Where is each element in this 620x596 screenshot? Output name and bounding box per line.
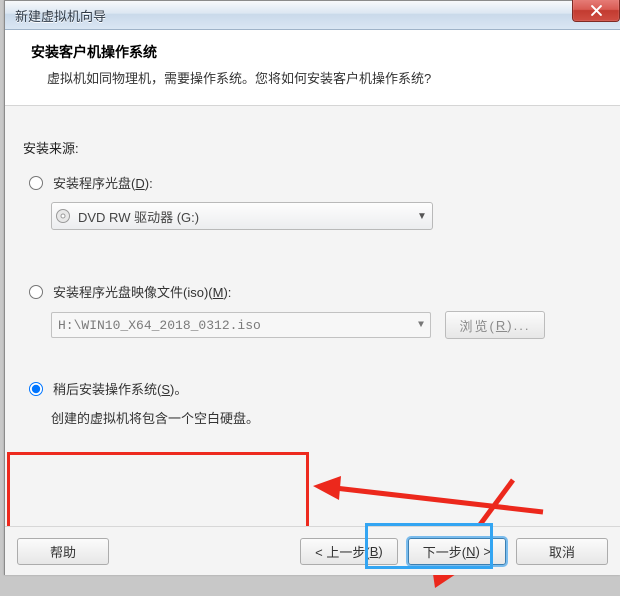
- header-title: 安装客户机操作系统: [31, 42, 602, 62]
- disc-icon: [52, 208, 74, 224]
- option-disc-label: 安装程序光盘(D):: [53, 173, 153, 192]
- wizard-footer: 帮助 < 上一步(B) 下一步(N) > 取消: [5, 526, 620, 575]
- wizard-header: 安装客户机操作系统 虚拟机如同物理机，需要操作系统。您将如何安装客户机操作系统?: [5, 30, 620, 106]
- source-label: 安装来源:: [23, 138, 604, 157]
- header-subtitle: 虚拟机如同物理机，需要操作系统。您将如何安装客户机操作系统?: [31, 68, 602, 87]
- option-later-desc: 创建的虚拟机将包含一个空白硬盘。: [51, 408, 604, 427]
- iso-row: H:\WIN10_X64_2018_0312.iso ▼ 浏览(R)...: [51, 311, 604, 339]
- help-button[interactable]: 帮助: [17, 538, 109, 565]
- option-disc-radio[interactable]: [29, 176, 43, 190]
- next-button[interactable]: 下一步(N) >: [408, 538, 506, 565]
- option-later-row: 稍后安装操作系统(S)。: [29, 379, 604, 398]
- wizard-body: 安装来源: 安装程序光盘(D): DVD RW 驱动器 (G:) ▼: [5, 106, 620, 534]
- option-iso-row: 安装程序光盘映像文件(iso)(M):: [29, 282, 604, 301]
- title-bar: 新建虚拟机向导: [5, 1, 620, 30]
- annotation-arrow-1: [305, 468, 565, 528]
- close-icon: [591, 5, 602, 16]
- window-title: 新建虚拟机向导: [5, 6, 106, 25]
- iso-path-field[interactable]: H:\WIN10_X64_2018_0312.iso ▼: [51, 312, 431, 338]
- browse-button[interactable]: 浏览(R)...: [445, 311, 545, 339]
- iso-path-value: H:\WIN10_X64_2018_0312.iso: [58, 318, 261, 333]
- option-iso-label: 安装程序光盘映像文件(iso)(M):: [53, 282, 231, 301]
- disc-drive-value: DVD RW 驱动器 (G:): [74, 207, 412, 226]
- disc-drive-combo[interactable]: DVD RW 驱动器 (G:) ▼: [51, 202, 433, 230]
- close-button[interactable]: [572, 0, 620, 22]
- chevron-down-icon: ▼: [412, 211, 432, 222]
- option-iso-radio[interactable]: [29, 285, 43, 299]
- option-disc-row: 安装程序光盘(D):: [29, 173, 604, 192]
- chevron-down-icon: ▼: [418, 320, 424, 331]
- disc-combo-wrap: DVD RW 驱动器 (G:) ▼: [51, 202, 604, 230]
- cancel-button[interactable]: 取消: [516, 538, 608, 565]
- annotation-highlight-rect: [7, 452, 309, 534]
- option-later-label: 稍后安装操作系统(S)。: [53, 379, 187, 398]
- wizard-window: 新建虚拟机向导 安装客户机操作系统 虚拟机如同物理机，需要操作系统。您将如何安装…: [4, 0, 620, 575]
- option-later-radio[interactable]: [29, 382, 43, 396]
- back-button[interactable]: < 上一步(B): [300, 538, 398, 565]
